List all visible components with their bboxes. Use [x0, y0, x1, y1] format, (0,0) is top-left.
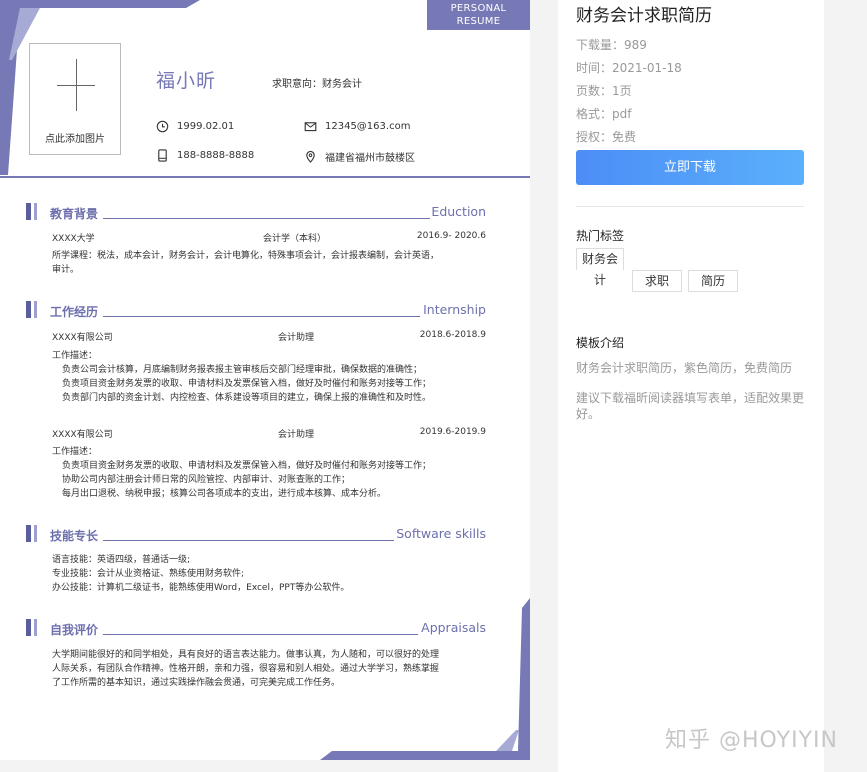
job-desc-label: 工作描述： — [52, 447, 98, 457]
section-marker-light — [34, 619, 37, 636]
document-title: 财务会计求职简历 — [576, 6, 712, 26]
job-desc-line: 负责项目资金财务发票的收取、申请材料及发票保管入档，做好及时催付和账务对接等工作… — [62, 461, 432, 471]
section-rule — [103, 316, 420, 317]
school-name: XXXX大学 — [52, 234, 95, 244]
location-pin-icon — [306, 150, 315, 163]
plus-icon-horizontal — [57, 85, 95, 86]
section-rule — [103, 540, 394, 541]
home-address: 福建省福州市鼓楼区 — [325, 153, 415, 164]
skill-line: 办公技能：计算机二级证书，能熟练使用Word，Excel，PPT等办公软件。 — [52, 583, 350, 593]
birth-info: 1999.02.01 — [156, 120, 234, 133]
section-title-en: Software skills — [396, 526, 486, 541]
education-period: 2016.9- 2020.6 — [416, 231, 486, 241]
file-format: 格式：pdf — [576, 107, 632, 121]
section-rule — [103, 634, 418, 635]
personal-resume-badge: PERSONAL RESUME — [427, 0, 530, 30]
mail-icon — [304, 122, 317, 132]
section-skills: 技能专长 Software skills — [26, 524, 486, 546]
tag-job-hunting[interactable]: 求职 — [632, 270, 682, 292]
template-note: 建议下载福昕阅读器填写表单，适配效果更好。 — [576, 391, 805, 421]
email-info: 12345@163.com — [304, 120, 410, 133]
section-title: 自我评价 — [50, 623, 99, 637]
section-work: 工作经历 Internship — [26, 300, 486, 322]
badge-line-1: PERSONAL — [450, 3, 507, 14]
job-period: 2019.6-2019.9 — [419, 427, 486, 437]
page-count: 页数：1页 — [576, 84, 632, 98]
appraisal-line: 了工作所需的基本知识，通过实践操作融会贯通，可完美完成工作任务。 — [52, 678, 341, 688]
document-info-sidebar: 财务会计求职简历 下载量：989 时间：2021-01-18 页数：1页 格式：… — [558, 0, 824, 772]
download-count: 下载量：989 — [576, 38, 647, 52]
photo-placeholder[interactable]: 点此添加图片 — [29, 43, 121, 155]
skill-line: 语言技能：英语四级，普通话一级; — [52, 555, 191, 565]
section-title: 技能专长 — [50, 529, 99, 543]
courses-line-2: 审计。 — [52, 265, 80, 275]
badge-line-2: RESUME — [456, 16, 501, 27]
email-address: 12345@163.com — [325, 121, 411, 132]
phone-number: 188-8888-8888 — [177, 150, 255, 161]
template-intro-text: 财务会计求职简历，紫色简历，免费简历 — [576, 361, 793, 375]
section-marker-light — [34, 301, 37, 318]
download-button[interactable]: 立即下载 — [576, 150, 804, 185]
section-marker — [26, 619, 31, 636]
phone-icon — [158, 149, 167, 162]
license: 授权：免费 — [576, 130, 637, 144]
job-role: 会计助理 — [278, 333, 315, 343]
job-desc-line: 负责项目资金财务发票的收取、申请材料及发票保管入档，做好及时催付和账务对接等工作… — [62, 379, 432, 389]
job-role: 会计助理 — [278, 430, 315, 440]
birth-date: 1999.02.01 — [177, 121, 235, 132]
company-name: XXXX有限公司 — [52, 430, 113, 440]
job-period: 2018.6-2018.9 — [419, 330, 486, 340]
header-divider — [0, 176, 530, 178]
tag-finance-accounting[interactable]: 财务会计 — [576, 248, 624, 287]
address-info: 福建省福州市鼓楼区 — [304, 149, 415, 164]
section-marker-light — [34, 525, 37, 542]
tag-resume[interactable]: 简历 — [688, 270, 738, 292]
section-title-en: Appraisals — [421, 620, 486, 635]
candidate-name: 福小昕 — [156, 70, 217, 92]
clock-icon — [156, 120, 169, 133]
job-row: XXXX有限公司 会计助理 2018.6-2018.9 — [52, 330, 486, 343]
upload-date: 时间：2021-01-18 — [576, 61, 682, 75]
section-marker — [26, 203, 31, 220]
zhihu-watermark: 知乎 @HOYIYIN — [665, 728, 838, 753]
job-row: XXXX有限公司 会计助理 2019.6-2019.9 — [52, 427, 486, 440]
photo-caption: 点此添加图片 — [45, 134, 105, 145]
resume-preview: PERSONAL RESUME 点此添加图片 福小昕 求职意向：财务会计 199… — [0, 0, 530, 760]
major: 会计学（本科） — [263, 234, 327, 244]
phone-info: 188-8888-8888 — [156, 149, 254, 162]
section-title-en: Internship — [423, 302, 486, 317]
appraisal-line: 人际关系，有团队合作精神。性格开朗，亲和力强，很容易和别人相处。通过大学学习，熟… — [52, 664, 440, 674]
section-title: 教育背景 — [50, 207, 99, 221]
hot-tags-title: 热门标签 — [576, 229, 625, 243]
section-rule — [103, 218, 430, 219]
section-appraisal: 自我评价 Appraisals — [26, 618, 486, 640]
job-desc-line: 负责公司会计核算，月底编制财务报表报主管审核后交部门经理审批，确保数据的准确性； — [62, 365, 423, 375]
section-title-en: Eduction — [431, 204, 486, 219]
section-title: 工作经历 — [50, 305, 99, 319]
job-desc-line: 每月出口退税、纳税申报；核算公司各项成本的支出，进行成本核算、成本分析。 — [62, 489, 387, 499]
sidebar-divider — [576, 206, 804, 207]
skill-line: 专业技能：会计从业资格证、熟练使用财务软件; — [52, 569, 245, 579]
job-desc-label: 工作描述： — [52, 351, 98, 361]
job-desc-line: 协助公司内部注册会计师日常的风险管控、内部审计、对账查账的工作； — [62, 475, 351, 485]
courses-line-1: 所学课程：税法，成本会计，财务会计，会计电算化，特殊事项会计，会计报表编制，会计… — [52, 251, 440, 261]
appraisal-line: 大学期间能很好的和同学相处，具有良好的语言表达能力。做事认真，为人随和，可以很好… — [52, 650, 440, 660]
section-education: 教育背景 Eduction — [26, 202, 486, 224]
section-marker — [26, 525, 31, 542]
template-intro-title: 模板介绍 — [576, 336, 625, 350]
company-name: XXXX有限公司 — [52, 333, 113, 343]
education-row: XXXX大学 会计学（本科） 2016.9- 2020.6 — [52, 231, 486, 244]
section-marker — [26, 301, 31, 318]
job-intent: 求职意向：财务会计 — [272, 79, 362, 90]
section-marker-light — [34, 203, 37, 220]
job-desc-line: 负责部门内部的资金计划、内控检查、体系建设等项目的建立，确保上报的准确性和及时性… — [62, 393, 432, 403]
